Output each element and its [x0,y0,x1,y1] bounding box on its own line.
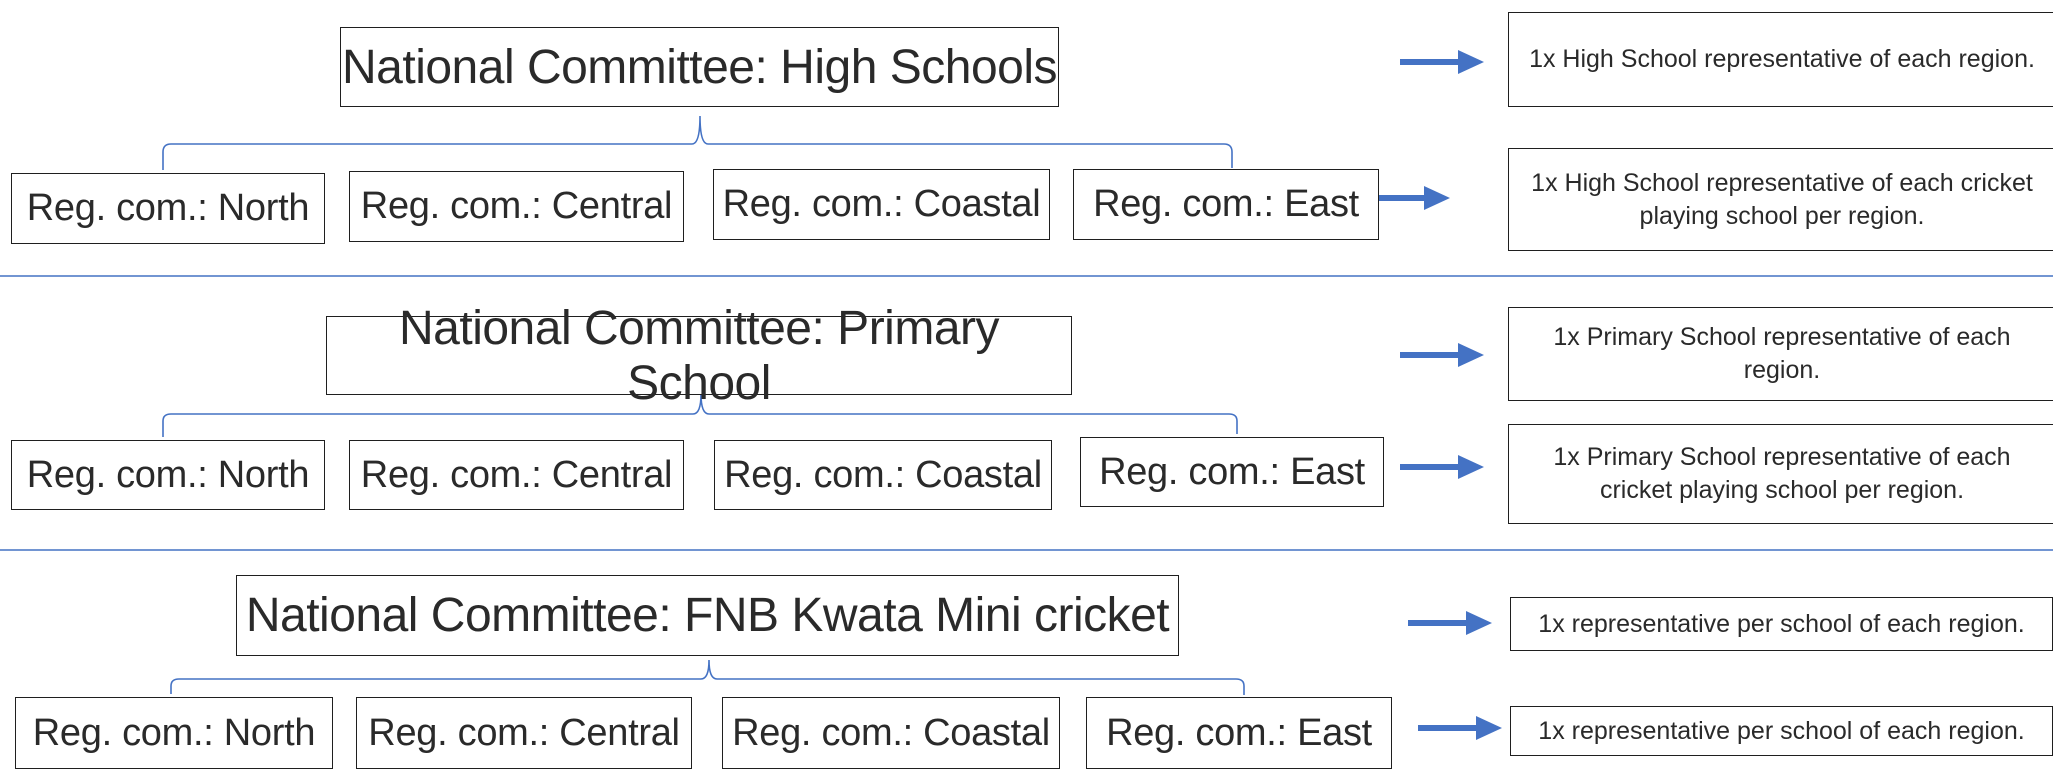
note-box: 1x Primary School representative of each… [1508,307,2053,401]
regional-committee-box: Reg. com.: Central [349,171,684,242]
arrow-head [1466,611,1492,635]
note-box: 1x Primary School representative of each… [1508,424,2053,524]
hierarchy-bracket [162,115,1233,170]
regional-committee-box: Reg. com.: East [1086,697,1392,769]
regional-committee-box: Reg. com.: Central [349,440,684,510]
arrow-head [1458,50,1484,74]
national-committee-box: National Committee: Primary School [326,302,1072,410]
national-committee-box: National Committee: High Schools [340,27,1059,107]
note-box: 1x High School representative of each cr… [1508,148,2053,251]
note-box: 1x High School representative of each re… [1508,12,2053,107]
arrow-head [1424,186,1450,210]
regional-committee-box: Reg. com.: Coastal [722,697,1060,769]
hierarchy-bracket [170,659,1245,695]
regional-committee-box: Reg. com.: Coastal [714,440,1052,510]
arrow-head [1458,455,1484,479]
regional-committee-box: Reg. com.: Coastal [713,169,1050,240]
regional-committee-box: Reg. com.: North [11,173,325,244]
regional-committee-box: Reg. com.: North [11,440,325,510]
regional-committee-box: Reg. com.: East [1080,437,1384,507]
regional-committee-box: Reg. com.: North [15,697,333,769]
arrow-head [1476,716,1502,740]
regional-committee-box: Reg. com.: Central [356,697,692,769]
note-box: 1x representative per school of each reg… [1510,597,2053,651]
note-box: 1x representative per school of each reg… [1510,706,2053,756]
arrow-head [1458,343,1484,367]
arrows [1362,50,1502,740]
national-committee-box: National Committee: FNB Kwata Mini crick… [236,575,1179,656]
regional-committee-box: Reg. com.: East [1073,169,1379,240]
